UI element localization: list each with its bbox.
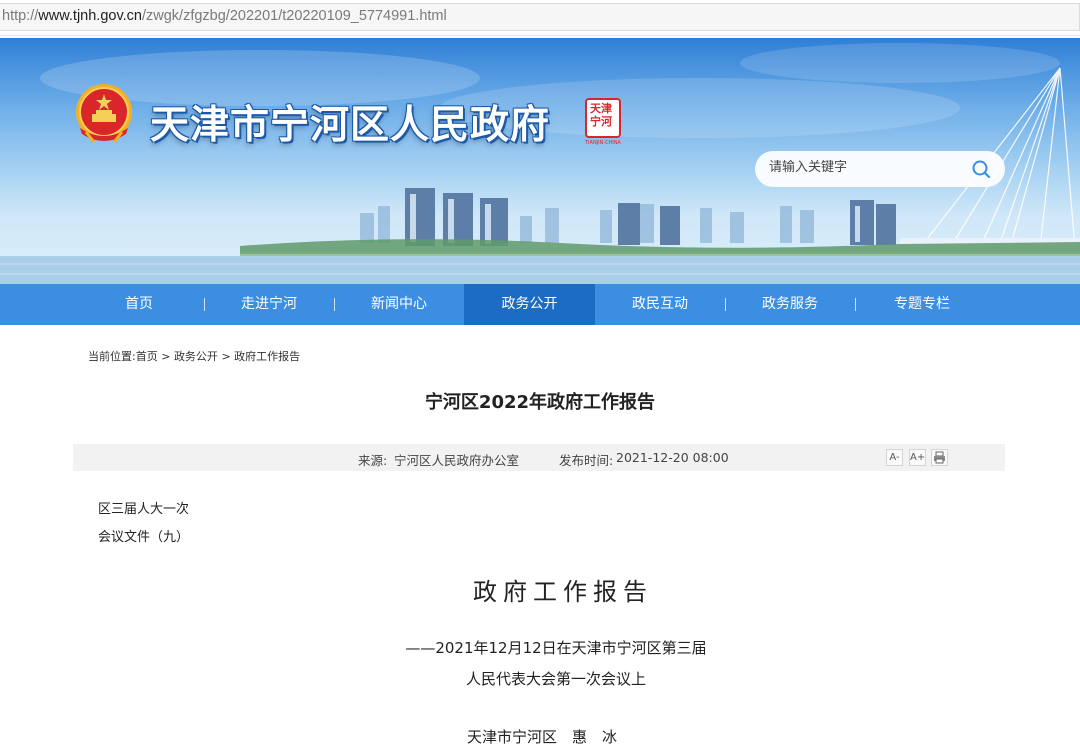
- tianjin-seal-logo: 天津宁河 TIANJIN·CHINA: [585, 98, 621, 146]
- breadcrumb-separator: >: [161, 350, 171, 363]
- nav-item-about[interactable]: 走进宁河: [204, 284, 334, 325]
- source-value: 宁河区人民政府办公室: [394, 453, 520, 468]
- breadcrumb-current[interactable]: 政府工作报告: [234, 350, 300, 363]
- breadcrumb: 当前位置:首页 > 政务公开 > 政府工作报告: [88, 348, 300, 364]
- search-icon[interactable]: [970, 158, 992, 180]
- main-nav: 首页 走进宁河 新闻中心 政务公开 政民互动 政务服务 专题专栏: [0, 284, 1080, 325]
- national-emblem-icon: [76, 84, 132, 143]
- print-icon: [934, 451, 945, 464]
- url-path: /zwgk/zfgzbg/202201/t20220109_5774991.ht…: [141, 8, 447, 24]
- author-place: 天津市宁河区: [466, 728, 557, 746]
- print-button[interactable]: [931, 449, 948, 466]
- nav-item-interaction[interactable]: 政民互动: [595, 284, 725, 325]
- site-banner: 天津市宁河区人民政府 天津宁河 TIANJIN·CHINA: [0, 38, 1080, 284]
- nav-item-news[interactable]: 新闻中心: [334, 284, 464, 325]
- url-prefix: http://: [2, 8, 39, 24]
- publish-time-value: 2021-12-20 08:00: [616, 450, 729, 465]
- article-meta-bar: 来源: 宁河区人民政府办公室 发布时间: 2021-12-20 08:00 A-…: [73, 444, 1005, 471]
- breadcrumb-home[interactable]: 首页: [136, 350, 158, 363]
- source-label: 来源:: [358, 453, 388, 468]
- doc-label-line2: 会议文件（九）: [98, 530, 190, 545]
- url-field[interactable]: http://www.tjnh.gov.cn/zwgk/zfgzbg/20220…: [0, 3, 1080, 31]
- font-increase-button[interactable]: A+: [909, 449, 926, 466]
- breadcrumb-prefix: 当前位置:: [88, 350, 136, 363]
- nav-item-services[interactable]: 政务服务: [725, 284, 855, 325]
- author-name: 惠 冰: [572, 728, 618, 746]
- seal-caption: TIANJIN·CHINA: [585, 140, 621, 146]
- doc-label-line1: 区三届人大一次: [98, 502, 190, 517]
- font-increase-label: A+: [910, 452, 926, 463]
- nav-item-topics[interactable]: 专题专栏: [855, 284, 989, 325]
- nav-item-home[interactable]: 首页: [74, 284, 204, 325]
- search-box: [755, 151, 1005, 187]
- document-author: 天津市宁河区 惠 冰: [0, 726, 1080, 747]
- url-text: http://www.tjnh.gov.cn/zwgk/zfgzbg/20220…: [2, 8, 447, 24]
- font-decrease-label: A-: [889, 452, 900, 463]
- breadcrumb-gov-affairs[interactable]: 政务公开: [174, 350, 218, 363]
- browser-address-bar: http://www.tjnh.gov.cn/zwgk/zfgzbg/20220…: [0, 0, 1080, 36]
- url-domain: www.tjnh.gov.cn: [38, 8, 142, 24]
- document-subtitle-line2: 人民代表大会第一次会议上: [465, 670, 646, 688]
- seal-text: 天津宁河: [590, 102, 612, 128]
- article-title: 宁河区2022年政府工作报告: [424, 392, 656, 413]
- document-subtitle-line1: ——2021年12月12日在天津市宁河区第三届: [405, 639, 707, 657]
- document-heading: 政府工作报告: [473, 578, 653, 606]
- font-decrease-button[interactable]: A-: [886, 449, 903, 466]
- search-input[interactable]: [769, 160, 969, 175]
- breadcrumb-separator: >: [221, 350, 231, 363]
- site-title: 天津市宁河区人民政府: [150, 103, 551, 148]
- nav-item-gov-affairs[interactable]: 政务公开: [464, 284, 595, 325]
- publish-time-label: 发布时间:: [559, 453, 614, 468]
